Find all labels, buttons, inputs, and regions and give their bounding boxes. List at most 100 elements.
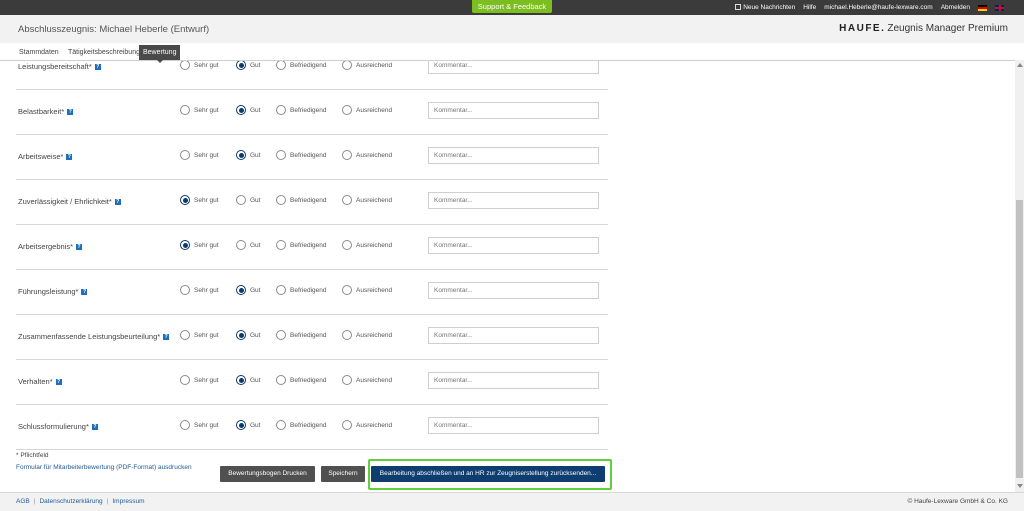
rating-option[interactable]: Ausreichend (342, 195, 392, 205)
help-icon[interactable]: ? (94, 64, 101, 70)
rating-option[interactable]: Befriedigend (276, 420, 327, 430)
help-icon[interactable]: ? (114, 199, 121, 205)
rating-option[interactable]: Befriedigend (276, 61, 327, 70)
help-icon[interactable]: ? (66, 154, 73, 160)
rating-option[interactable]: Gut (236, 420, 260, 430)
rating-option[interactable]: Sehr gut (180, 61, 219, 70)
scroll-down-icon[interactable] (1017, 484, 1023, 488)
rating-radio[interactable] (180, 195, 190, 205)
rating-radio[interactable] (180, 420, 190, 430)
rating-radio[interactable] (342, 240, 352, 250)
help-icon[interactable]: ? (163, 334, 170, 340)
rating-option[interactable]: Gut (236, 240, 260, 250)
rating-option[interactable]: Sehr gut (180, 420, 219, 430)
rating-option[interactable]: Ausreichend (342, 420, 392, 430)
rating-radio[interactable] (276, 285, 286, 295)
rating-option[interactable]: Sehr gut (180, 105, 219, 115)
rating-option[interactable]: Sehr gut (180, 240, 219, 250)
rating-option[interactable]: Sehr gut (180, 330, 219, 340)
rating-option[interactable]: Befriedigend (276, 195, 327, 205)
rating-radio[interactable] (236, 285, 246, 295)
rating-radio[interactable] (180, 240, 190, 250)
rating-radio[interactable] (276, 240, 286, 250)
rating-option[interactable]: Befriedigend (276, 285, 327, 295)
rating-option[interactable]: Gut (236, 285, 260, 295)
rating-radio[interactable] (236, 61, 246, 70)
rating-radio[interactable] (276, 61, 286, 70)
rating-radio[interactable] (276, 330, 286, 340)
rating-option[interactable]: Ausreichend (342, 105, 392, 115)
rating-radio[interactable] (342, 375, 352, 385)
help-icon[interactable]: ? (81, 289, 88, 295)
rating-option[interactable]: Ausreichend (342, 285, 392, 295)
rating-radio[interactable] (236, 150, 246, 160)
rating-radio[interactable] (276, 375, 286, 385)
rating-radio[interactable] (276, 195, 286, 205)
rating-option[interactable]: Sehr gut (180, 195, 219, 205)
rating-option[interactable]: Befriedigend (276, 105, 327, 115)
rating-radio[interactable] (342, 195, 352, 205)
comment-input[interactable] (428, 327, 599, 344)
rating-option[interactable]: Ausreichend (342, 375, 392, 385)
rating-option[interactable]: Ausreichend (342, 150, 392, 160)
tab-taetigkeitsbeschreibung[interactable]: Tätigkeitsbeschreibung (64, 45, 144, 60)
rating-option[interactable]: Befriedigend (276, 150, 327, 160)
comment-input[interactable] (428, 237, 599, 254)
logout-link[interactable]: Abmelden (941, 4, 970, 11)
rating-option[interactable]: Befriedigend (276, 375, 327, 385)
tab-bewertung[interactable]: Bewertung (139, 45, 181, 60)
rating-radio[interactable] (276, 150, 286, 160)
rating-radio[interactable] (236, 195, 246, 205)
rating-radio[interactable] (236, 330, 246, 340)
help-icon[interactable]: ? (76, 244, 83, 250)
rating-option[interactable]: Gut (236, 61, 260, 70)
rating-option[interactable]: Befriedigend (276, 240, 327, 250)
rating-option[interactable]: Ausreichend (342, 240, 392, 250)
print-evaluation-button[interactable]: Bewertungsbogen Drucken (220, 466, 315, 482)
comment-input[interactable] (428, 61, 599, 74)
rating-radio[interactable] (236, 240, 246, 250)
comment-input[interactable] (428, 147, 599, 164)
rating-radio[interactable] (236, 375, 246, 385)
rating-radio[interactable] (276, 105, 286, 115)
rating-radio[interactable] (342, 61, 352, 70)
scroll-up-icon[interactable] (1017, 63, 1023, 67)
rating-option[interactable]: Gut (236, 105, 260, 115)
news-link[interactable]: Neue Nachrichten (735, 4, 795, 11)
rating-radio[interactable] (342, 285, 352, 295)
comment-input[interactable] (428, 192, 599, 209)
rating-option[interactable]: Gut (236, 330, 260, 340)
rating-option[interactable]: Gut (236, 195, 260, 205)
rating-radio[interactable] (342, 420, 352, 430)
help-icon[interactable]: ? (91, 424, 98, 430)
footer-link-agb[interactable]: AGB (16, 498, 30, 505)
rating-option[interactable]: Gut (236, 375, 260, 385)
rating-option[interactable]: Ausreichend (342, 61, 392, 70)
footer-link-impressum[interactable]: Impressum (112, 498, 144, 505)
rating-radio[interactable] (180, 330, 190, 340)
rating-radio[interactable] (180, 285, 190, 295)
save-button[interactable]: Speichern (321, 466, 365, 482)
pdf-form-link[interactable]: Formular für Mitarbeiterbewertung (PDF-F… (16, 464, 192, 471)
rating-radio[interactable] (276, 420, 286, 430)
help-icon[interactable]: ? (55, 379, 62, 385)
rating-radio[interactable] (236, 420, 246, 430)
help-icon[interactable]: ? (67, 109, 74, 115)
rating-option[interactable]: Gut (236, 150, 260, 160)
rating-radio[interactable] (180, 61, 190, 70)
rating-radio[interactable] (342, 150, 352, 160)
scrollbar-thumb[interactable] (1016, 200, 1023, 478)
rating-option[interactable]: Sehr gut (180, 375, 219, 385)
footer-link-datenschutz[interactable]: Datenschutzerklärung (39, 498, 102, 505)
comment-input[interactable] (428, 282, 599, 299)
rating-option[interactable]: Befriedigend (276, 330, 327, 340)
rating-option[interactable]: Ausreichend (342, 330, 392, 340)
help-link[interactable]: Hilfe (803, 4, 816, 11)
english-flag-icon[interactable] (995, 4, 1004, 11)
rating-radio[interactable] (180, 375, 190, 385)
rating-radio[interactable] (180, 150, 190, 160)
rating-radio[interactable] (236, 105, 246, 115)
rating-radio[interactable] (342, 105, 352, 115)
comment-input[interactable] (428, 372, 599, 389)
tab-stammdaten[interactable]: Stammdaten (15, 45, 63, 60)
